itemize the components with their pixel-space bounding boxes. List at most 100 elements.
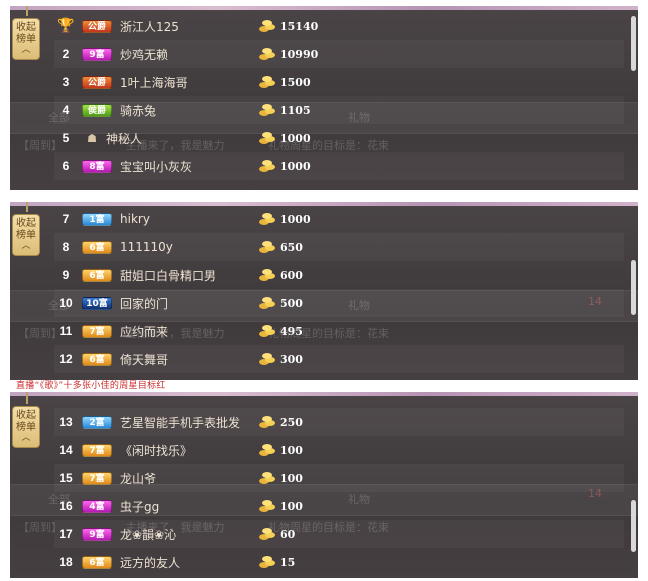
coin-icon <box>259 213 275 225</box>
rank-number: 17 <box>59 527 73 541</box>
username[interactable]: 浙江人125 <box>120 18 179 35</box>
coin-icon <box>259 160 275 172</box>
coin-icon <box>259 269 275 281</box>
gift-amount: 100 <box>280 499 303 513</box>
gift-ranking-panel-1: 全部 礼物 【周到】 主播来了，我是魅力 礼物周星的目标是：花束 收起 榜单 ︿… <box>10 6 638 190</box>
gift-amount: 100 <box>280 471 303 485</box>
ranking-row[interactable]: 4 侯爵 骑赤兔 1105 <box>54 96 624 124</box>
rank-number: 16 <box>59 499 73 513</box>
level-badge: 9富 <box>82 527 112 541</box>
ranking-row[interactable]: 7 1富 hikry 1000 <box>54 205 624 233</box>
ranking-row[interactable]: 15 7富 龙山爷 100 <box>54 464 624 492</box>
level-badge: 6富 <box>82 555 112 569</box>
ranking-row[interactable]: 2 9富 炒鸡无赖 10990 <box>54 40 624 68</box>
gift-amount: 1000 <box>280 212 311 226</box>
username[interactable]: 宝宝叫小灰灰 <box>120 158 192 175</box>
ranking-row[interactable]: 17 9富 龙❀韻❀沁 60 <box>54 520 624 548</box>
ranking-list: 13 2富 艺星智能手机手表批发 250 14 7富 《闲时找乐》 100 15… <box>54 394 624 576</box>
coin-icon <box>259 416 275 428</box>
ranking-row[interactable]: 9 6富 甜姐口白骨精口男 600 <box>54 261 624 289</box>
username[interactable]: 回家的门 <box>120 295 168 312</box>
username[interactable]: 龙❀韻❀沁 <box>120 526 176 543</box>
ranking-row[interactable]: 18 6富 远方的友人 15 <box>54 548 624 576</box>
username[interactable]: 骑赤兔 <box>120 102 156 119</box>
collapse-label-top: 收起 <box>16 218 36 229</box>
username[interactable]: 甜姐口白骨精口男 <box>120 267 216 284</box>
gift-amount: 100 <box>280 443 303 457</box>
level-badge: 7富 <box>82 471 112 485</box>
ranking-list: 7 1富 hikry 1000 8 6富 111110y 650 9 6富 甜姐… <box>54 205 624 373</box>
scrollbar[interactable] <box>631 16 636 71</box>
coin-icon <box>259 132 275 144</box>
username[interactable]: 《闲时找乐》 <box>120 442 192 459</box>
ranking-row[interactable]: 11 7富 应约而来 495 <box>54 317 624 345</box>
level-badge: 7富 <box>82 443 112 457</box>
level-badge: 6富 <box>82 352 112 366</box>
username[interactable]: 倚天舞哥 <box>120 351 168 368</box>
coin-icon <box>259 76 275 88</box>
level-badge: 1富 <box>82 212 112 226</box>
chevron-up-icon: ︿ <box>21 433 31 443</box>
level-badge: 6富 <box>82 240 112 254</box>
level-badge: 侯爵 <box>82 103 112 117</box>
rank-number: 15 <box>59 471 73 485</box>
coin-icon <box>259 353 275 365</box>
username[interactable]: 111110y <box>120 240 173 254</box>
coin-icon <box>259 325 275 337</box>
coin-icon <box>259 48 275 60</box>
level-badge: 公爵 <box>82 19 112 33</box>
collapse-ranking-button[interactable]: 收起 榜单 ︿ <box>12 406 40 448</box>
coin-icon <box>259 528 275 540</box>
level-badge: 4富 <box>82 499 112 513</box>
username[interactable]: 炒鸡无赖 <box>120 46 168 63</box>
rank-number: 6 <box>62 159 70 173</box>
collapse-label-top: 收起 <box>16 22 36 33</box>
collapse-ranking-button[interactable]: 收起 榜单 ︿ <box>12 18 40 60</box>
ranking-row[interactable]: 10 10富 回家的门 500 <box>54 289 624 317</box>
ranking-row-partial <box>54 394 624 408</box>
username[interactable]: 神秘人 <box>106 130 142 147</box>
ranking-row[interactable]: 14 7富 《闲时找乐》 100 <box>54 436 624 464</box>
rank-number: 14 <box>59 443 73 457</box>
gift-amount: 495 <box>280 324 303 338</box>
coin-icon <box>259 20 275 32</box>
level-badge: 9富 <box>82 47 112 61</box>
username[interactable]: 艺星智能手机手表批发 <box>120 414 240 431</box>
ranking-row[interactable]: 12 6富 倚天舞哥 300 <box>54 345 624 373</box>
gift-ranking-panel-3: 全部 礼物 14 【周到】 主播来了，我是魅力 礼物周星的目标是：花束 收起 榜… <box>10 392 638 578</box>
ranking-row[interactable]: 13 2富 艺星智能手机手表批发 250 <box>54 408 624 436</box>
username[interactable]: 远方的友人 <box>120 554 180 571</box>
level-badge: 10富 <box>82 296 112 310</box>
gift-amount: 1500 <box>280 75 311 89</box>
rank-number: 10 <box>59 296 73 310</box>
collapse-tag-string <box>26 6 28 16</box>
coin-icon <box>259 241 275 253</box>
ranking-row[interactable]: 🏆 公爵 浙江人125 15140 <box>54 12 624 40</box>
gift-amount: 15 <box>280 555 296 569</box>
ranking-row[interactable]: 5 ☗ 神秘人 1000 <box>54 124 624 152</box>
collapse-ranking-button[interactable]: 收起 榜单 ︿ <box>12 214 40 256</box>
ranking-row[interactable]: 6 8富 宝宝叫小灰灰 1000 <box>54 152 624 180</box>
username[interactable]: 虫子gg <box>120 498 159 515</box>
level-badge: 公爵 <box>82 75 112 89</box>
gift-amount: 600 <box>280 268 303 282</box>
rank-number: 13 <box>59 415 73 429</box>
rank-number: 12 <box>59 352 73 366</box>
gift-amount: 1000 <box>280 131 311 145</box>
scrollbar[interactable] <box>631 260 636 315</box>
ranking-row[interactable]: 3 公爵 1叶上海海哥 1500 <box>54 68 624 96</box>
level-badge: 7富 <box>82 324 112 338</box>
level-badge: 2富 <box>82 415 112 429</box>
scrollbar[interactable] <box>631 500 636 552</box>
level-badge: 6富 <box>82 268 112 282</box>
gift-amount: 650 <box>280 240 303 254</box>
username[interactable]: 应约而来 <box>120 323 168 340</box>
collapse-tag-string <box>26 392 28 404</box>
ranking-row[interactable]: 8 6富 111110y 650 <box>54 233 624 261</box>
ranking-row[interactable]: 16 4富 虫子gg 100 <box>54 492 624 520</box>
username[interactable]: 1叶上海海哥 <box>120 74 188 91</box>
username[interactable]: 龙山爷 <box>120 470 156 487</box>
rank-number: 5 <box>62 131 70 145</box>
username[interactable]: hikry <box>120 212 150 226</box>
stray-chat-text: 直播“《歌》”十多张小佳的周星目标红 <box>16 381 166 391</box>
